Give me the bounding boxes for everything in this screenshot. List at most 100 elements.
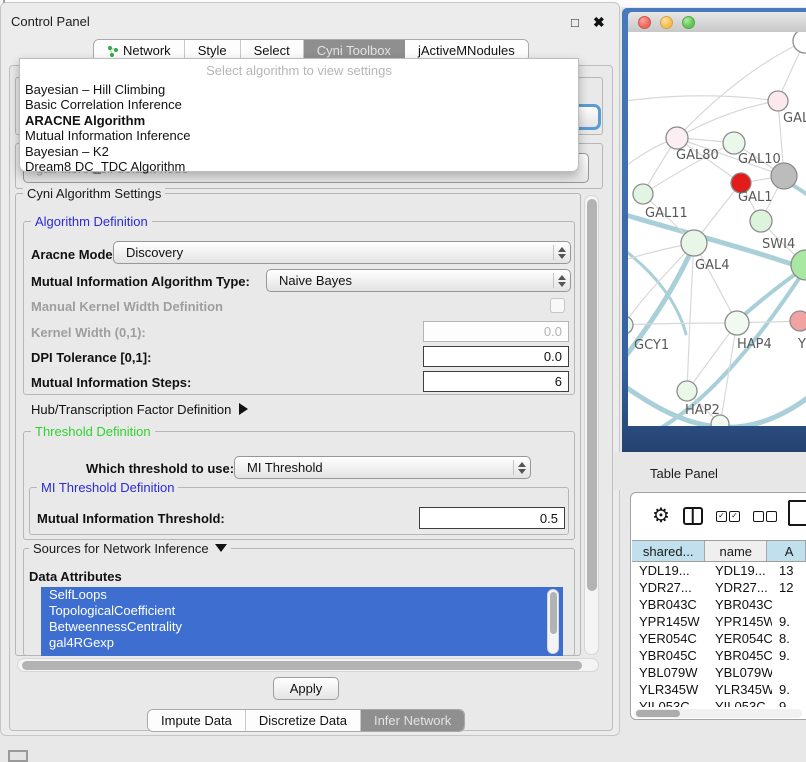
attributes-list-scrollbar-thumb[interactable] — [550, 592, 557, 634]
tab-label: Infer Network — [374, 713, 451, 728]
network-node-HAP2[interactable] — [677, 381, 697, 401]
network-node-GAL80[interactable] — [666, 127, 688, 149]
tab-label: Select — [254, 43, 290, 58]
settings-horizontal-scrollbar[interactable] — [17, 658, 599, 672]
hub-section-toggle[interactable]: Hub/Transcription Factor Definition — [31, 402, 248, 417]
node-label-GAL10: GAL10 — [738, 152, 781, 167]
tab-impute-data[interactable]: Impute Data — [148, 710, 246, 731]
table-cell: YER054C — [632, 630, 708, 647]
network-edge-gray[interactable] — [720, 323, 737, 424]
document-icon[interactable] — [788, 500, 806, 526]
network-window-titlebar[interactable] — [628, 12, 806, 32]
table-row[interactable]: YDL19...YDL19...13 — [632, 562, 806, 579]
table-row[interactable]: YLR345WYLR345W9. — [632, 681, 806, 698]
expanded-arrow-icon[interactable] — [215, 544, 227, 552]
table-row[interactable]: YIL053CYIL053C9. — [632, 698, 806, 707]
settings-vertical-scrollbar-thumb[interactable] — [587, 199, 597, 591]
table-cell: YBR045C — [632, 647, 708, 664]
table-cell: 9. — [772, 698, 806, 707]
sources-legend: Sources for Network Inference — [29, 541, 231, 556]
table-cell: YBR043C — [632, 596, 708, 613]
settings-vertical-scrollbar[interactable] — [584, 195, 599, 655]
data-attribute-item[interactable]: gal4RGexp — [41, 635, 563, 651]
algorithm-popup-items: Bayesian – Hill ClimbingBasic Correlatio… — [25, 82, 573, 174]
tab-label: Cyni Toolbox — [317, 43, 391, 58]
close-icon[interactable]: ✖ — [593, 14, 605, 31]
threshold-definition-legend: Threshold Definition — [31, 424, 155, 439]
aracne-mode-value: Discovery — [114, 245, 553, 260]
table-row[interactable]: YBR045CYBR045C9. — [632, 647, 806, 664]
network-node-GAL11[interactable] — [633, 184, 653, 204]
table-cell: YBR045C — [708, 647, 772, 664]
network-node-HAP4[interactable] — [725, 311, 749, 335]
column-header-name[interactable]: name — [705, 541, 767, 561]
mi-algorithm-type-combo[interactable]: Naive Bayes — [266, 269, 571, 292]
table-row[interactable]: YER054CYER054C8. — [632, 630, 806, 647]
column-header-partial[interactable]: A — [767, 541, 806, 561]
table-cell: YDR27... — [632, 579, 708, 596]
network-node-GAL4[interactable] — [681, 230, 707, 256]
data-attributes-list[interactable]: SelfLoopsTopologicalCoefficientBetweenne… — [41, 587, 563, 656]
table-row[interactable]: YBR043CYBR043C — [632, 596, 806, 613]
mi-steps-field[interactable]: 6 — [423, 371, 569, 392]
network-node-GCY1[interactable] — [628, 316, 633, 334]
apply-button[interactable]: Apply — [273, 677, 339, 700]
data-attribute-item[interactable] — [41, 651, 563, 656]
tab-discretize-data[interactable]: Discretize Data — [246, 710, 361, 731]
algorithm-option[interactable]: Bayesian – Hill Climbing — [25, 82, 573, 97]
collapsed-arrow-icon[interactable] — [239, 403, 248, 415]
gear-icon[interactable]: ⚙ — [652, 506, 670, 526]
mi-threshold-field[interactable]: 0.5 — [419, 507, 565, 529]
dpi-tolerance-field[interactable]: 0.0 — [423, 346, 569, 367]
aracne-mode-label: Aracne Mode: — [31, 247, 117, 262]
network-node-unlabeled-green[interactable] — [723, 132, 745, 154]
network-edge-gray[interactable] — [687, 323, 737, 391]
float-window-icon[interactable]: □ — [571, 15, 579, 30]
deselect-all-icon[interactable] — [753, 511, 777, 522]
tab-label: Discretize Data — [259, 713, 347, 728]
network-node-unlabeled-top[interactable] — [793, 32, 806, 53]
kernel-width-field[interactable]: 0.0 — [423, 321, 569, 342]
split-columns-icon[interactable] — [683, 507, 703, 525]
algorithm-option[interactable]: Dream8 DC_TDC Algorithm — [25, 159, 573, 174]
settings-horizontal-scrollbar-thumb[interactable] — [22, 661, 582, 670]
network-edge-gray[interactable] — [677, 101, 778, 138]
tab-infer-network[interactable]: Infer Network — [361, 710, 464, 731]
mi-algorithm-type-value: Naive Bayes — [267, 273, 553, 288]
data-attribute-item[interactable]: TopologicalCoefficient — [41, 603, 563, 619]
data-attribute-item[interactable]: BetweennessCentrality — [41, 619, 563, 635]
algorithm-option[interactable]: Mutual Information Inference — [25, 128, 573, 143]
table-row[interactable]: YPR145WYPR145W9. — [632, 613, 806, 630]
network-node-pink-right[interactable] — [790, 311, 806, 331]
algorithm-option[interactable]: Basic Correlation Inference — [25, 97, 573, 112]
network-node-GAL1[interactable] — [750, 210, 772, 232]
table-row[interactable]: YDR27...YDR27...12 — [632, 579, 806, 596]
network-edge-gray[interactable] — [687, 243, 694, 391]
close-traffic-light-icon[interactable] — [638, 16, 651, 29]
select-all-icon[interactable]: ✓✓ — [716, 511, 740, 522]
data-attribute-item[interactable]: SelfLoops — [41, 587, 563, 603]
which-threshold-combo[interactable]: MI Threshold — [234, 456, 531, 479]
aracne-mode-combo[interactable]: Discovery — [113, 241, 571, 264]
node-label-HAP4: HAP4 — [737, 337, 772, 352]
algorithm-option[interactable]: ARACNE Algorithm — [25, 113, 573, 128]
manual-kernel-width-checkbox[interactable] — [550, 298, 565, 313]
zoom-traffic-light-icon[interactable] — [682, 16, 695, 29]
minimize-traffic-light-icon[interactable] — [660, 16, 673, 29]
table-row[interactable]: YBL079WYBL079W — [632, 664, 806, 681]
network-edge-teal[interactable] — [654, 268, 806, 426]
network-node-unlabeled-pink[interactable] — [768, 91, 788, 111]
table-cell: YIL053C — [708, 698, 772, 707]
network-icon — [107, 45, 119, 57]
table-horizontal-scrollbar-thumb[interactable] — [636, 710, 680, 717]
cyni-bottom-tabs: Impute Data Discretize Data Infer Network — [147, 709, 465, 732]
algorithm-option[interactable]: Bayesian – K2 — [25, 144, 573, 159]
table-cell: 8. — [772, 630, 806, 647]
network-view-canvas[interactable]: GALGAL80GAL10GAL1GAL11SWI4GAL4GCY1HAP4YH… — [628, 32, 806, 426]
network-edge-gray[interactable] — [628, 96, 778, 102]
column-header-shared-name[interactable]: shared... — [632, 541, 705, 561]
network-edge-teal[interactable] — [628, 244, 686, 334]
table-cell: 9. — [772, 613, 806, 630]
attributes-list-scrollbar[interactable] — [547, 589, 559, 654]
table-cell: YDL19... — [708, 562, 772, 579]
